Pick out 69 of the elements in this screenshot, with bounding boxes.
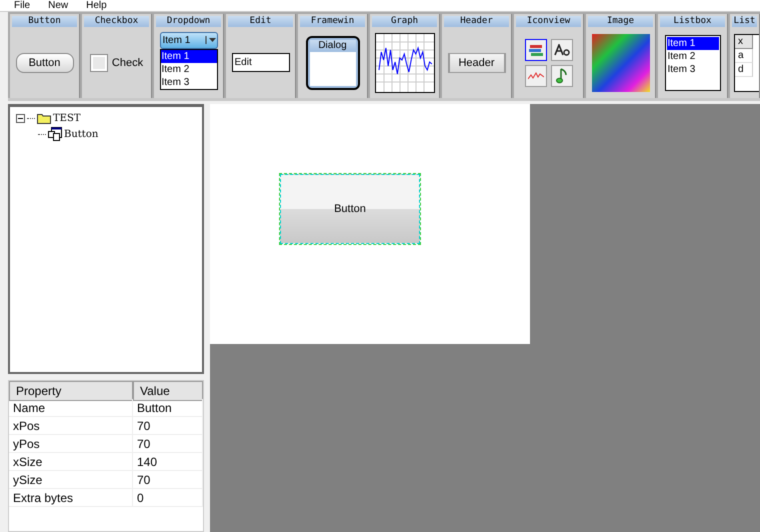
menu-item[interactable]: Help xyxy=(86,1,107,11)
property-name: yPos xyxy=(9,435,133,453)
palette-tile[interactable]: Graph xyxy=(370,14,440,98)
property-value[interactable]: 70 xyxy=(133,435,203,453)
palette-tile[interactable]: Header Header xyxy=(442,14,512,98)
tile-title: Image xyxy=(588,16,653,27)
dropdown-item[interactable]: Item 1 xyxy=(160,50,216,62)
column-header[interactable]: Value xyxy=(133,381,203,401)
font-icon[interactable] xyxy=(554,44,570,56)
tile-title: Dropdown xyxy=(156,16,221,27)
tree-item[interactable]: Button xyxy=(64,128,98,140)
graph-drawing xyxy=(374,32,434,92)
music-note-icon[interactable] xyxy=(556,68,568,84)
tile-title: List xyxy=(732,16,757,27)
palette-tile[interactable]: Dropdown Item 1 Item 1 Item 2 Item 3 xyxy=(154,14,224,98)
palette-tile[interactable]: List x a d xyxy=(730,14,760,98)
tile-title: Header xyxy=(444,16,509,27)
dropdown-item[interactable]: Item 2 xyxy=(160,62,216,76)
palette-tile[interactable]: Iconview xyxy=(514,14,584,98)
edit-field[interactable]: Edit xyxy=(232,53,290,72)
list-item[interactable]: Item 3 xyxy=(668,64,696,74)
tile-title: Iconview xyxy=(516,16,581,27)
menu-item[interactable]: File xyxy=(14,1,30,11)
property-name: Extra bytes xyxy=(9,489,133,507)
line-chart-icon[interactable] xyxy=(528,70,544,80)
property-name: Name xyxy=(9,399,133,417)
tree-item[interactable]: TEST xyxy=(53,112,80,124)
tile-title: Button xyxy=(12,16,77,27)
dialog-window[interactable]: Dialog xyxy=(306,36,360,90)
caret-icon xyxy=(204,36,216,44)
column-header[interactable]: x xyxy=(735,34,753,48)
palette-tile[interactable]: Button Button xyxy=(10,14,80,98)
property-value[interactable]: 70 xyxy=(133,417,203,435)
property-name: xSize xyxy=(9,453,133,471)
column-header[interactable]: Property xyxy=(9,381,133,401)
property-value[interactable]: Button xyxy=(133,399,203,417)
icon-item[interactable] xyxy=(550,38,572,60)
sample-button[interactable]: Button xyxy=(16,52,74,72)
list-item[interactable]: Item 2 xyxy=(668,50,696,62)
list-view[interactable]: x a d xyxy=(734,34,759,92)
table-cell: a xyxy=(735,48,753,62)
checkbox-label: Check xyxy=(112,56,144,68)
property-name: ySize xyxy=(9,471,133,489)
tile-title: Checkbox xyxy=(84,16,149,27)
property-value[interactable]: 140 xyxy=(133,453,203,471)
table-cell: d xyxy=(735,62,753,76)
tile-title: Edit xyxy=(228,16,293,27)
dropdown-field[interactable]: Item 1 xyxy=(160,32,218,48)
palette-tile[interactable]: Checkbox Check xyxy=(82,14,152,98)
tile-title: Framewin xyxy=(300,16,365,27)
palette-tile[interactable]: Listbox Item 1 Item 2 Item 3 xyxy=(658,14,728,98)
tile-title: Listbox xyxy=(660,16,725,27)
photo-placeholder xyxy=(592,34,650,92)
property-value[interactable]: 70 xyxy=(133,471,203,489)
window-icon xyxy=(48,127,62,141)
dialog-title: Dialog xyxy=(310,40,356,52)
folder-icon xyxy=(37,112,51,124)
palette-tile[interactable]: Framewin Dialog xyxy=(298,14,368,98)
tile-title: Graph xyxy=(372,16,437,27)
menu-item[interactable]: New xyxy=(48,1,68,11)
collapse-icon[interactable] xyxy=(16,114,25,122)
property-name: xPos xyxy=(9,417,133,435)
listbox[interactable]: Item 1 Item 2 Item 3 xyxy=(664,34,720,90)
header-control[interactable]: Header xyxy=(448,52,506,72)
checkbox[interactable] xyxy=(90,54,108,72)
palette-tile[interactable]: Edit Edit xyxy=(226,14,296,98)
canvas-button[interactable]: Button xyxy=(280,174,420,244)
palette-tile[interactable]: Image xyxy=(586,14,656,98)
property-value[interactable]: 0 xyxy=(133,489,203,507)
